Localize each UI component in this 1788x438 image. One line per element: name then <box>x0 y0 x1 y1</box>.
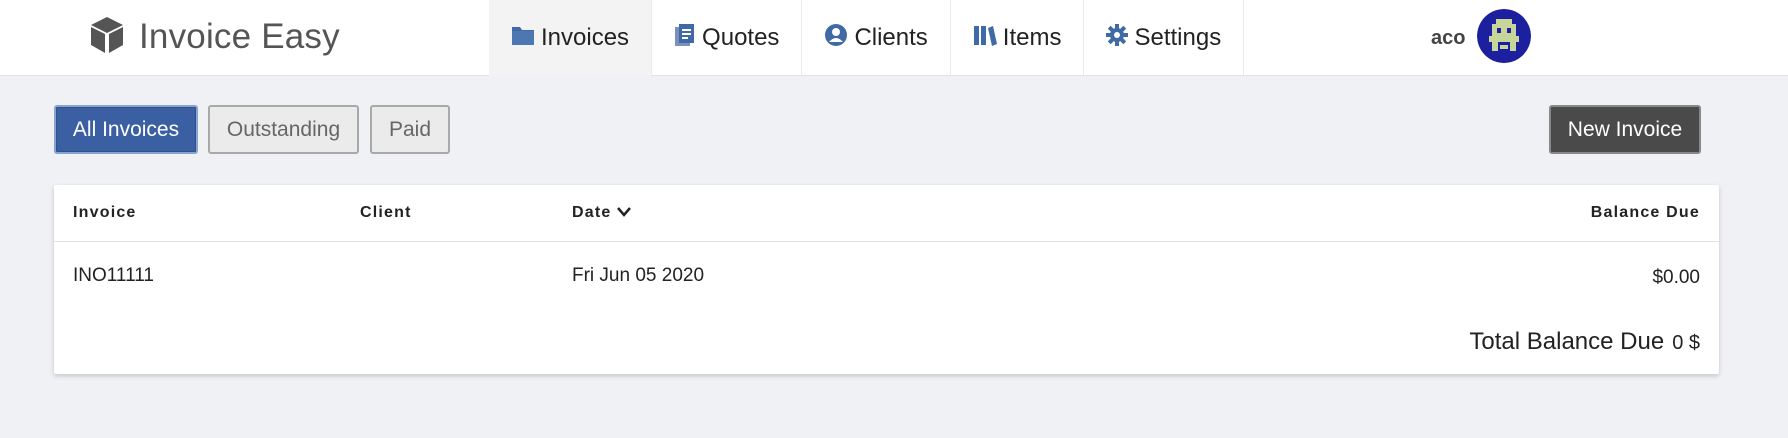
nav-label-clients: Clients <box>854 24 928 51</box>
all-invoices-button[interactable]: All Invoices <box>54 105 198 154</box>
paid-button[interactable]: Paid <box>370 105 450 154</box>
column-header-date-label: Date <box>572 204 612 221</box>
chevron-down-icon <box>611 204 632 222</box>
nav-item-invoices[interactable]: Invoices <box>489 0 653 76</box>
user-name: aco <box>1431 26 1466 49</box>
nav-item-quotes[interactable]: Quotes <box>652 0 803 76</box>
user-menu[interactable]: aco <box>1431 8 1532 68</box>
main-nav: Invoices Quotes Clients Items Settings <box>489 0 1245 76</box>
column-header-balance[interactable]: Balance Due <box>1591 204 1700 222</box>
app-title: Invoice Easy <box>139 17 340 56</box>
total-balance: Total Balance Due 0 $ <box>1469 328 1700 356</box>
document-icon <box>674 23 702 54</box>
total-balance-label: Total Balance Due <box>1469 328 1665 355</box>
brand[interactable]: Invoice Easy <box>89 14 340 60</box>
nav-item-items[interactable]: Items <box>951 0 1085 76</box>
nav-label-items: Items <box>1002 24 1062 51</box>
folder-icon <box>511 24 541 53</box>
invoices-table: Invoice Client Date Balance Due INO11111… <box>54 185 1719 374</box>
column-header-invoice[interactable]: Invoice <box>73 204 137 222</box>
nav-item-clients[interactable]: Clients <box>802 0 951 76</box>
new-invoice-button[interactable]: New Invoice <box>1549 105 1701 154</box>
cell-balance: $0.00 <box>1652 267 1700 288</box>
nav-item-settings[interactable]: Settings <box>1084 0 1245 76</box>
nav-label-settings: Settings <box>1134 24 1222 51</box>
column-header-client[interactable]: Client <box>360 204 412 222</box>
column-header-date[interactable]: Date <box>572 204 632 222</box>
top-header: Invoice Easy Invoices Quotes Clients Ite… <box>0 0 1788 76</box>
outstanding-button[interactable]: Outstanding <box>208 105 359 154</box>
avatar[interactable] <box>1477 8 1532 68</box>
user-circle-icon <box>824 23 854 54</box>
cell-date: Fri Jun 05 2020 <box>572 265 705 286</box>
cell-invoice[interactable]: INO11111 <box>73 265 154 287</box>
nav-label-quotes: Quotes <box>702 24 780 51</box>
gear-icon <box>1106 23 1134 53</box>
cube-logo-icon <box>89 15 139 60</box>
nav-label-invoices: Invoices <box>541 24 630 51</box>
total-balance-value: 0 $ <box>1672 332 1700 354</box>
books-icon <box>973 24 1003 53</box>
table-header: Invoice Client Date Balance Due <box>54 185 1719 242</box>
